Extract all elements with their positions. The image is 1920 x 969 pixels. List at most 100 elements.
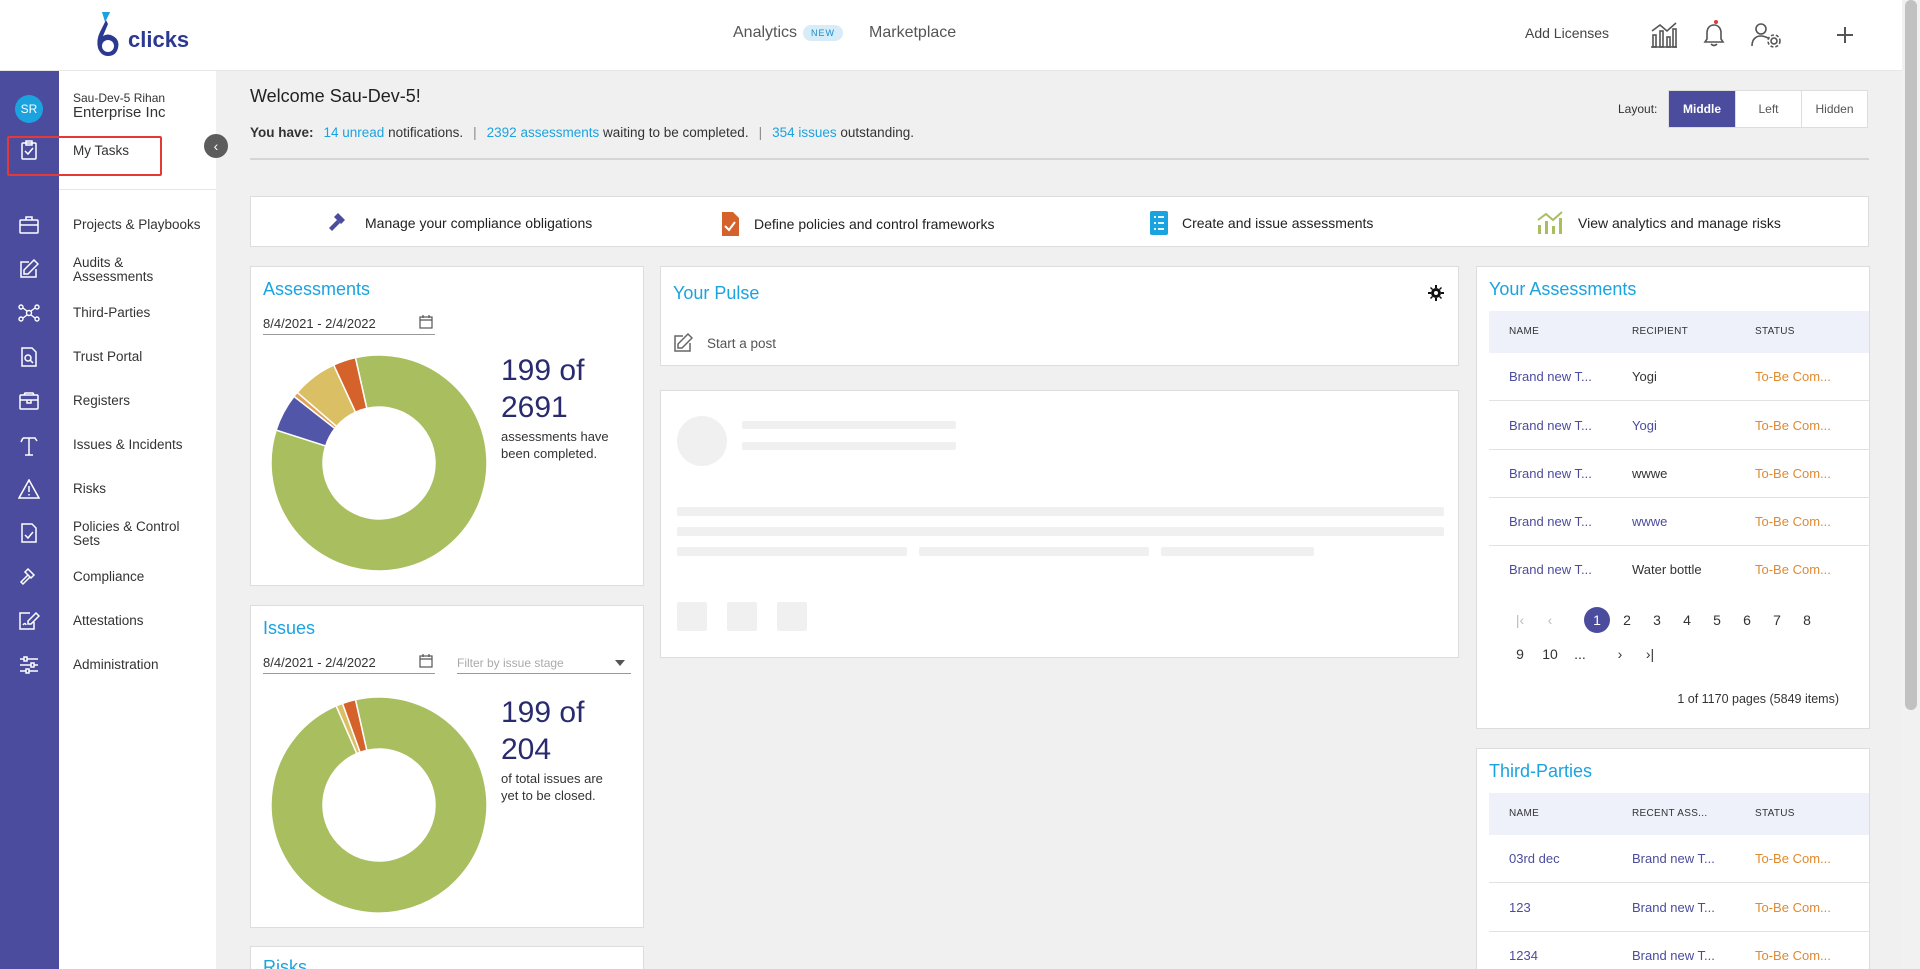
page-button[interactable]: 2 (1614, 607, 1640, 633)
cell-recent-assessment[interactable]: Brand new T... (1632, 948, 1715, 963)
document-search-icon[interactable] (17, 345, 41, 369)
column-header-status[interactable]: STATUS (1755, 326, 1795, 337)
quick-action-assessments[interactable]: Create and issue assessments (1150, 211, 1373, 235)
donut-slice-open[interactable] (271, 697, 487, 913)
next-page-icon[interactable]: › (1607, 641, 1633, 667)
sidebar-item-attestations[interactable]: Attestations (73, 614, 213, 628)
table-row[interactable]: Brand new T... Water bottle To-Be Com... (1489, 546, 1869, 594)
cell-recent-assessment[interactable]: Brand new T... (1632, 851, 1715, 866)
sidebar-item-audits[interactable]: Audits & Assessments (73, 256, 193, 284)
table-row[interactable]: 1234 Brand new T... To-Be Com... (1489, 932, 1869, 969)
cell-recipient[interactable]: Yogi (1632, 418, 1657, 433)
sidebar-item-issues[interactable]: Issues & Incidents (73, 438, 213, 452)
risks-title[interactable]: Risks (263, 957, 307, 969)
nav-analytics[interactable]: Analytics (733, 24, 797, 42)
page-button[interactable]: 9 (1507, 641, 1533, 667)
sidebar-item-administration[interactable]: Administration (73, 658, 213, 672)
calendar-icon[interactable] (419, 654, 433, 668)
issue-stage-filter[interactable]: Filter by issue stage (457, 652, 631, 674)
gavel-icon[interactable] (17, 565, 41, 589)
column-header-recent-assessment[interactable]: RECENT ASS... (1632, 808, 1707, 819)
layout-hidden-button[interactable]: Hidden (1801, 91, 1867, 127)
page-button[interactable]: 1 (1584, 607, 1610, 633)
cell-name[interactable]: 03rd dec (1509, 851, 1560, 866)
issues-link[interactable]: 354 issues (772, 125, 837, 140)
network-icon[interactable] (17, 301, 41, 325)
briefcase-icon[interactable] (17, 213, 41, 237)
plus-icon[interactable] (1828, 18, 1862, 52)
collapse-sidebar-button[interactable]: ‹ (204, 134, 228, 158)
avatar[interactable]: SR (15, 95, 43, 123)
start-post-button[interactable]: Start a post (673, 333, 776, 353)
sidebar-item-trust-portal[interactable]: Trust Portal (73, 350, 213, 364)
sidebar-item-projects[interactable]: Projects & Playbooks (73, 218, 213, 232)
gear-icon[interactable] (1428, 285, 1444, 301)
cell-name[interactable]: 1234 (1509, 948, 1538, 963)
cell-name[interactable]: Brand new T... (1509, 562, 1592, 577)
cell-recent-assessment[interactable]: Brand new T... (1632, 900, 1715, 915)
quick-action-policies[interactable]: Define policies and control frameworks (720, 211, 994, 237)
your-assessments-title[interactable]: Your Assessments (1489, 279, 1636, 300)
layout-middle-button[interactable]: Middle (1669, 91, 1735, 127)
column-header-name[interactable]: NAME (1509, 326, 1539, 337)
assessments-title[interactable]: Assessments (263, 279, 370, 300)
add-licenses-button[interactable]: Add Licenses (1525, 25, 1609, 41)
policy-icon[interactable] (17, 521, 41, 545)
sidebar-item-third-parties[interactable]: Third-Parties (73, 306, 213, 320)
page-ellipsis-button[interactable]: ... (1567, 641, 1593, 667)
table-row[interactable]: Brand new T... wwwe To-Be Com... (1489, 450, 1869, 498)
table-row[interactable]: Brand new T... Yogi To-Be Com... (1489, 402, 1869, 450)
sidebar-item-policies[interactable]: Policies & Control Sets (73, 520, 193, 548)
tool-icon[interactable] (17, 433, 41, 457)
signature-icon[interactable] (17, 609, 41, 633)
table-row[interactable]: 03rd dec Brand new T... To-Be Com... (1489, 835, 1869, 883)
layout-left-button[interactable]: Left (1735, 91, 1801, 127)
analytics-chart-icon[interactable] (1647, 18, 1681, 52)
third-parties-title[interactable]: Third-Parties (1489, 761, 1592, 782)
cell-name[interactable]: Brand new T... (1509, 418, 1592, 433)
edit-square-icon[interactable] (17, 257, 41, 281)
cell-name[interactable]: Brand new T... (1509, 369, 1592, 384)
last-page-icon[interactable]: ›| (1637, 641, 1663, 667)
app-logo[interactable]: clicks (88, 10, 198, 60)
column-header-name[interactable]: NAME (1509, 808, 1539, 819)
column-header-status[interactable]: STATUS (1755, 808, 1795, 819)
quick-action-compliance[interactable]: Manage your compliance obligations (327, 211, 592, 235)
nav-marketplace[interactable]: Marketplace (869, 24, 956, 42)
register-box-icon[interactable] (17, 389, 41, 413)
issues-title[interactable]: Issues (263, 618, 315, 639)
page-button[interactable]: 7 (1764, 607, 1790, 633)
scrollbar-thumb[interactable] (1905, 0, 1917, 710)
cell-recipient[interactable]: wwwe (1632, 514, 1667, 529)
cell-status: To-Be Com... (1755, 562, 1831, 577)
page-button[interactable]: 5 (1704, 607, 1730, 633)
table-row[interactable]: 123 Brand new T... To-Be Com... (1489, 884, 1869, 932)
prev-page-icon[interactable]: ‹ (1537, 607, 1563, 633)
warning-icon[interactable] (17, 477, 41, 501)
unread-notifications-link[interactable]: 14 unread (324, 125, 385, 140)
assessments-date-range[interactable]: 8/4/2021 - 2/4/2022 (263, 313, 435, 335)
user-settings-icon[interactable] (1749, 18, 1783, 52)
table-row[interactable]: Brand new T... Yogi To-Be Com... (1489, 353, 1869, 401)
first-page-icon[interactable]: |‹ (1507, 607, 1533, 633)
cell-name[interactable]: Brand new T... (1509, 466, 1592, 481)
page-button[interactable]: 10 (1537, 641, 1563, 667)
page-button[interactable]: 4 (1674, 607, 1700, 633)
sidebar-item-registers[interactable]: Registers (73, 394, 213, 408)
calendar-icon[interactable] (419, 315, 433, 329)
sidebar-item-risks[interactable]: Risks (73, 482, 213, 496)
quick-action-analytics[interactable]: View analytics and manage risks (1536, 211, 1781, 235)
assessments-link[interactable]: 2392 assessments (487, 125, 600, 140)
cell-name[interactable]: Brand new T... (1509, 514, 1592, 529)
sidebar-item-compliance[interactable]: Compliance (73, 570, 213, 584)
column-header-recipient[interactable]: RECIPIENT (1632, 326, 1688, 337)
sliders-icon[interactable] (17, 653, 41, 677)
assessments-text: waiting to be completed. (602, 125, 749, 140)
cell-name[interactable]: 123 (1509, 900, 1531, 915)
issues-date-range[interactable]: 8/4/2021 - 2/4/2022 (263, 652, 435, 674)
table-row[interactable]: Brand new T... wwwe To-Be Com... (1489, 498, 1869, 546)
page-button[interactable]: 6 (1734, 607, 1760, 633)
bell-icon[interactable] (1697, 18, 1731, 52)
page-button[interactable]: 8 (1794, 607, 1820, 633)
page-button[interactable]: 3 (1644, 607, 1670, 633)
